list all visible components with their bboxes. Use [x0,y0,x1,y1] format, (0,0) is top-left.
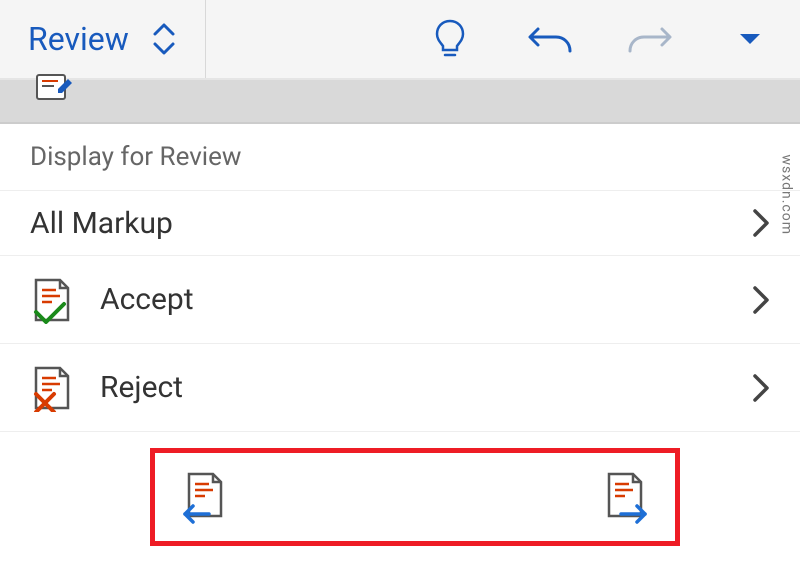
more-button[interactable] [700,0,800,78]
undo-button[interactable] [500,0,600,78]
chevron-right-icon [752,373,770,403]
toolbar: Review [0,0,800,80]
dropdown-triangle-icon [738,32,762,46]
ribbon-tab-label: Review [28,20,129,58]
previous-change-button[interactable] [181,470,229,524]
redo-icon [626,19,674,59]
undo-icon [526,19,574,59]
reject-row[interactable]: Reject [0,344,800,432]
chevron-right-icon [752,285,770,315]
ribbon-tab-selector[interactable]: Review [0,0,206,78]
accept-row[interactable]: Accept [0,256,800,344]
accept-icon [30,276,74,324]
updown-icon [151,20,177,58]
reject-label: Reject [100,370,726,405]
track-changes-icon [34,69,74,105]
lightbulb-icon [432,17,468,61]
markup-mode-row[interactable]: All Markup [0,190,800,256]
redo-button[interactable] [600,0,700,78]
lightbulb-button[interactable] [400,0,500,78]
display-for-review-header: Display for Review [0,124,800,190]
accept-label: Accept [100,282,726,317]
chevron-right-icon [752,208,770,238]
watermark: wsxdn.com [778,155,794,235]
markup-mode-label: All Markup [30,206,726,241]
highlight-box [150,448,680,546]
track-changes-row[interactable] [0,80,800,124]
next-change-button[interactable] [601,470,649,524]
reject-icon [30,364,74,412]
